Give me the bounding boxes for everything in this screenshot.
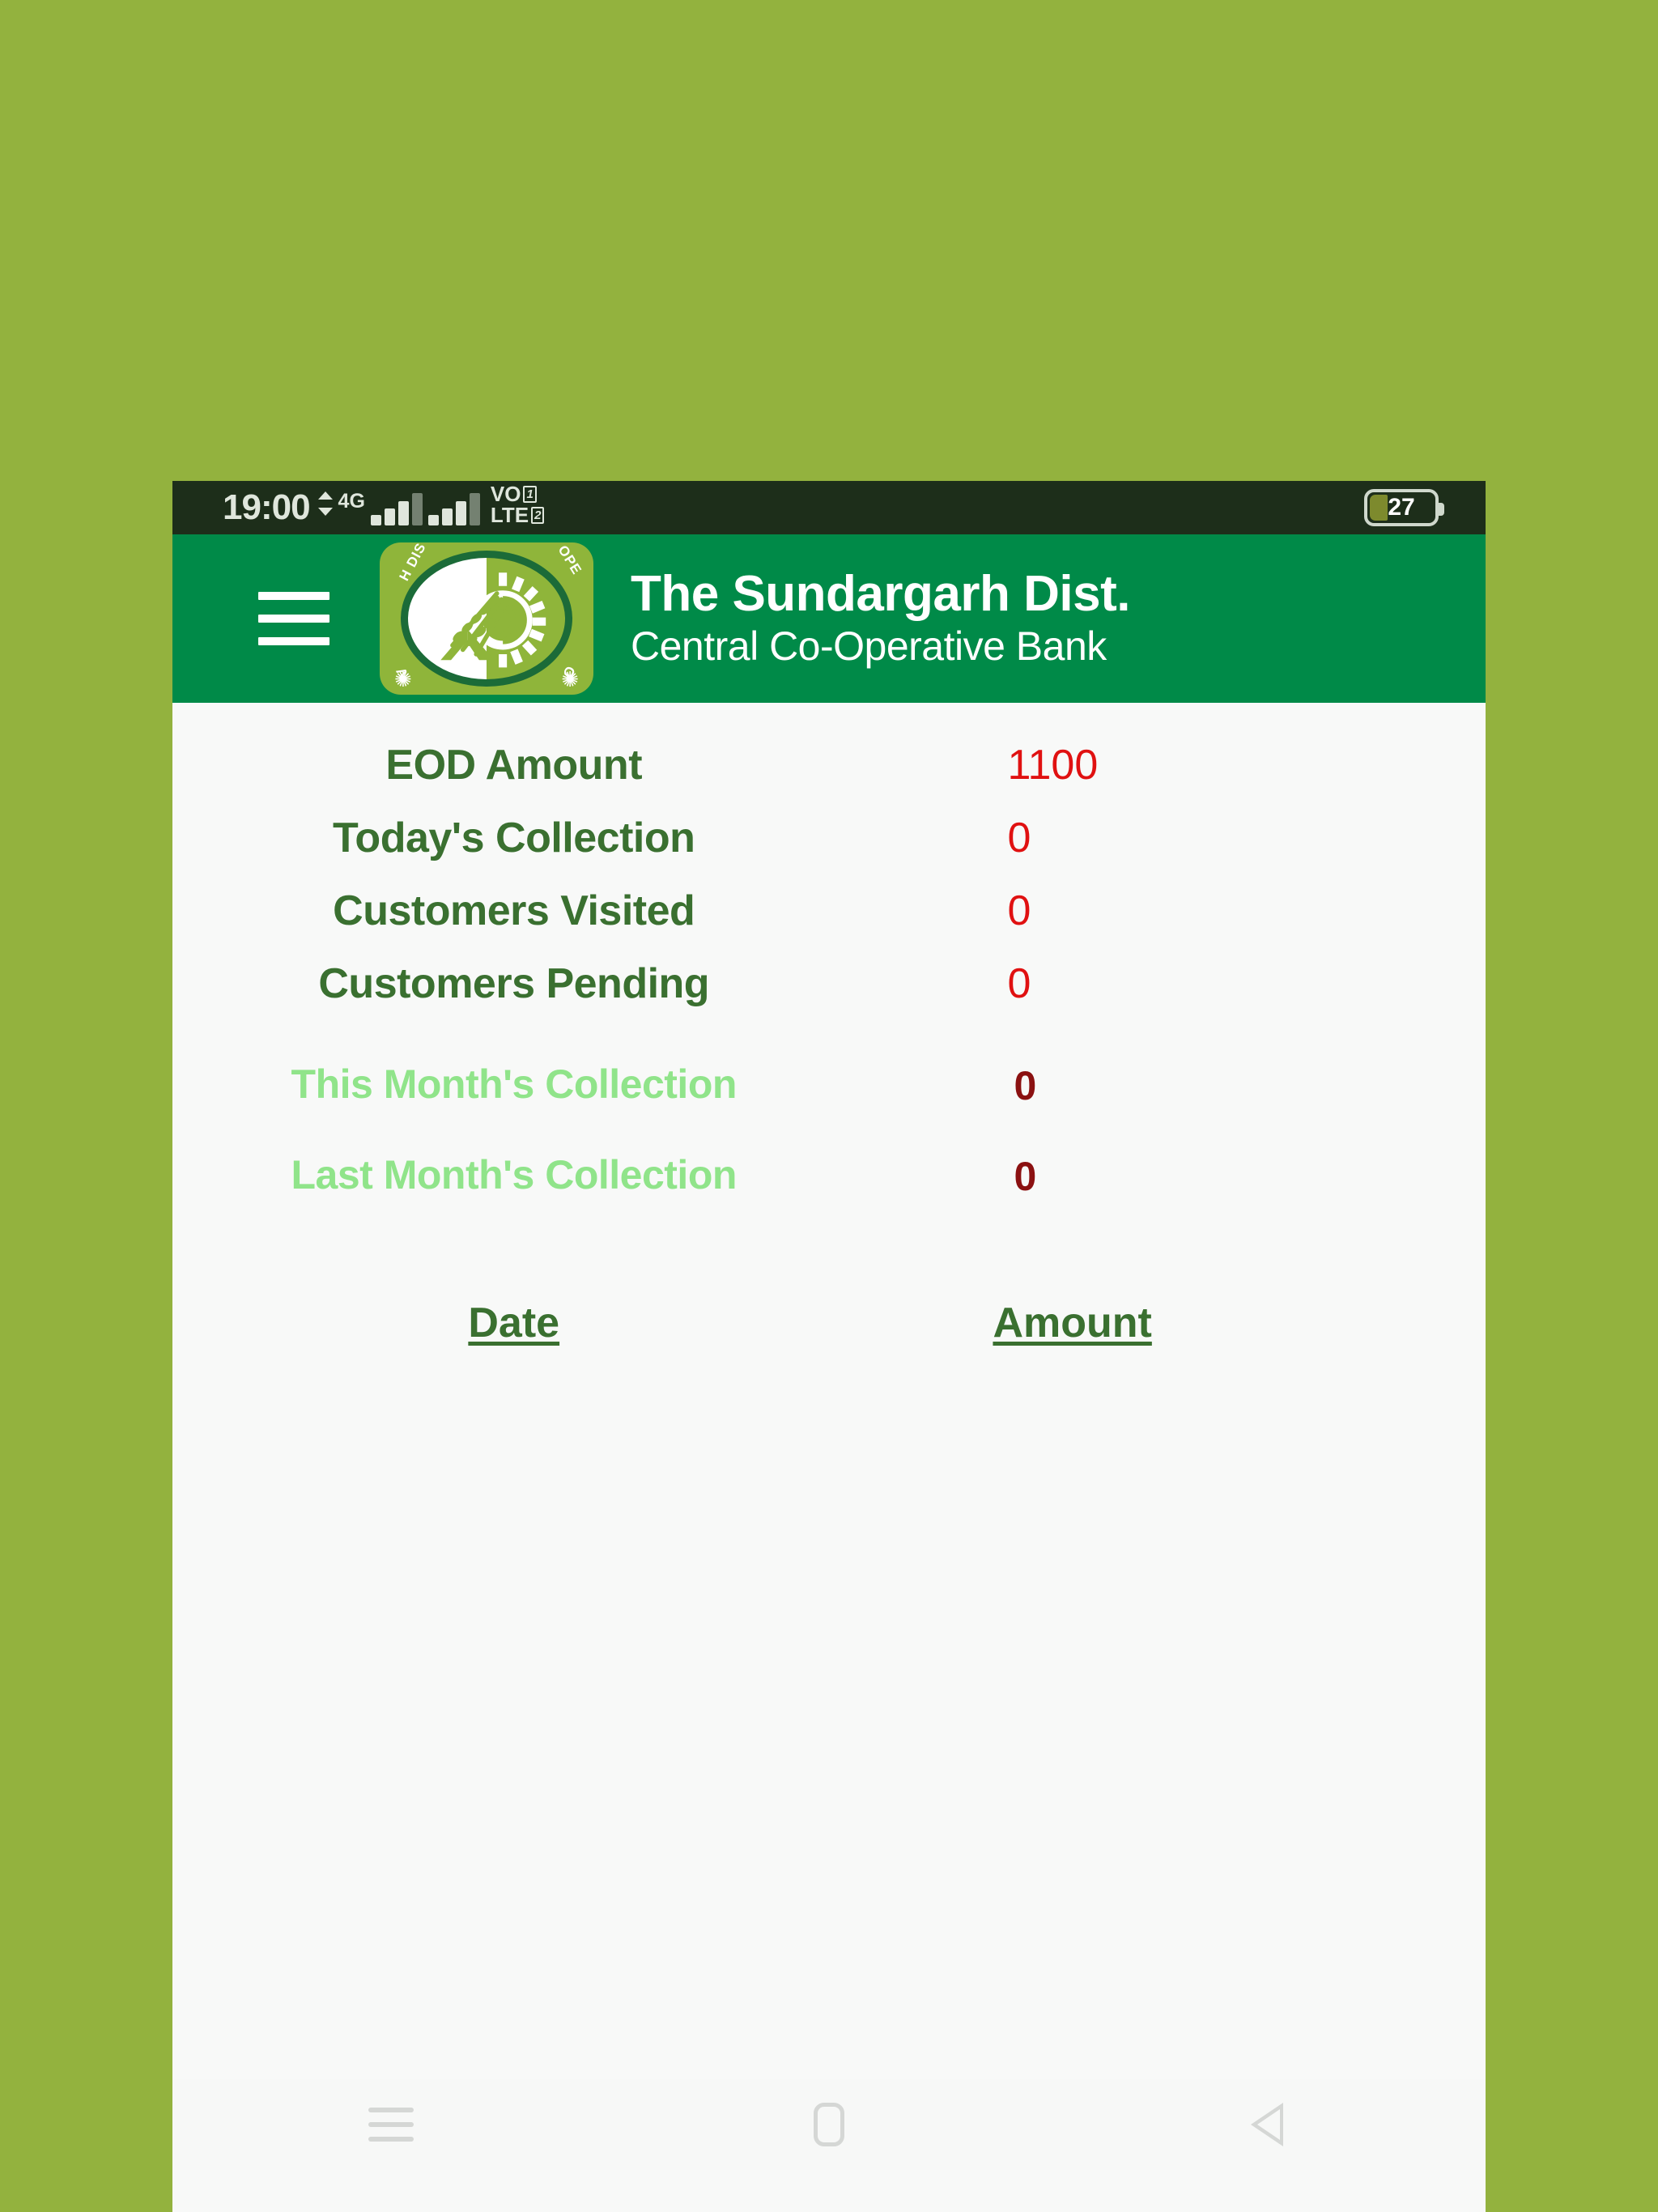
month-row-last-month: Last Month's Collection 0 bbox=[172, 1153, 1486, 1244]
stat-value: 1100 bbox=[1007, 742, 1099, 789]
status-bar-left: 19:00 4G VO 1 LTE 2 bbox=[172, 483, 545, 527]
page-title: The Sundargarh Dist. bbox=[631, 565, 1130, 622]
stat-label: Customers Pending bbox=[318, 960, 710, 1007]
stat-value: 0 bbox=[1007, 815, 1031, 861]
android-navigation-bar bbox=[172, 2079, 1486, 2170]
stat-label: EOD Amount bbox=[385, 742, 643, 789]
back-button[interactable] bbox=[1202, 2079, 1332, 2170]
stat-value: 0 bbox=[1007, 887, 1031, 934]
app-bar: H DIS OPE V O ✺ ✺ The Sundargarh Dist. C… bbox=[172, 534, 1486, 703]
dashboard-content: EOD Amount 1100 Today's Collection 0 Cus… bbox=[172, 703, 1486, 2170]
logo-ring bbox=[401, 551, 572, 687]
app-bar-titles: The Sundargarh Dist. Central Co-Operativ… bbox=[631, 568, 1130, 670]
sim2-badge: 2 bbox=[531, 506, 545, 524]
battery-icon: 27 bbox=[1364, 489, 1444, 526]
month-value: 0 bbox=[1014, 1063, 1037, 1108]
stat-row-customers-visited: Customers Visited 0 bbox=[172, 874, 1486, 947]
volte-icon: VO 1 LTE 2 bbox=[491, 483, 545, 525]
transactions-table-header: Date Amount bbox=[172, 1299, 1486, 1347]
month-label: Last Month's Collection bbox=[291, 1152, 738, 1197]
recents-button[interactable] bbox=[326, 2079, 456, 2170]
volte-line2: LTE bbox=[490, 503, 529, 527]
volte-line1: VO bbox=[490, 482, 521, 506]
signal-bars-icon bbox=[370, 493, 423, 525]
device-screen: 19:00 4G VO 1 LTE 2 27 H DIS OPE V O ✺ ✺… bbox=[172, 481, 1486, 2212]
status-bar-clock: 19:00 bbox=[223, 487, 311, 527]
logo-emblem-icon bbox=[440, 566, 546, 674]
home-button[interactable] bbox=[764, 2079, 894, 2170]
month-row-this-month: This Month's Collection 0 bbox=[172, 1062, 1486, 1153]
stat-label: Today's Collection bbox=[333, 815, 695, 861]
network-type-label: 4G bbox=[338, 490, 365, 513]
column-header-amount: Amount bbox=[993, 1300, 1152, 1346]
home-icon bbox=[813, 2103, 844, 2146]
battery-fill bbox=[1370, 495, 1388, 521]
status-bar-icons: 4G VO 1 LTE 2 bbox=[317, 483, 545, 525]
month-value: 0 bbox=[1014, 1154, 1037, 1199]
sim1-badge: 1 bbox=[523, 485, 537, 503]
back-icon bbox=[1250, 2103, 1283, 2146]
page-subtitle: Central Co-Operative Bank bbox=[631, 623, 1107, 669]
month-label: This Month's Collection bbox=[291, 1061, 738, 1107]
monthly-collection-block: This Month's Collection 0 Last Month's C… bbox=[172, 1062, 1486, 1244]
signal-bars-icon-2 bbox=[427, 493, 480, 525]
stat-row-eod-amount: EOD Amount 1100 bbox=[172, 729, 1486, 802]
bank-logo-icon: H DIS OPE V O ✺ ✺ bbox=[380, 542, 593, 695]
status-bar: 19:00 4G VO 1 LTE 2 27 bbox=[172, 481, 1486, 534]
column-header-date: Date bbox=[468, 1300, 560, 1346]
recents-icon bbox=[368, 2108, 414, 2142]
stat-value: 0 bbox=[1007, 960, 1031, 1007]
hamburger-menu-icon[interactable] bbox=[258, 592, 329, 645]
stat-row-todays-collection: Today's Collection 0 bbox=[172, 802, 1486, 874]
battery-percent: 27 bbox=[1388, 494, 1415, 521]
stat-label: Customers Visited bbox=[333, 887, 695, 934]
data-transfer-arrows-icon bbox=[317, 491, 333, 516]
status-bar-right: 27 bbox=[1364, 489, 1486, 526]
stat-row-customers-pending: Customers Pending 0 bbox=[172, 947, 1486, 1020]
